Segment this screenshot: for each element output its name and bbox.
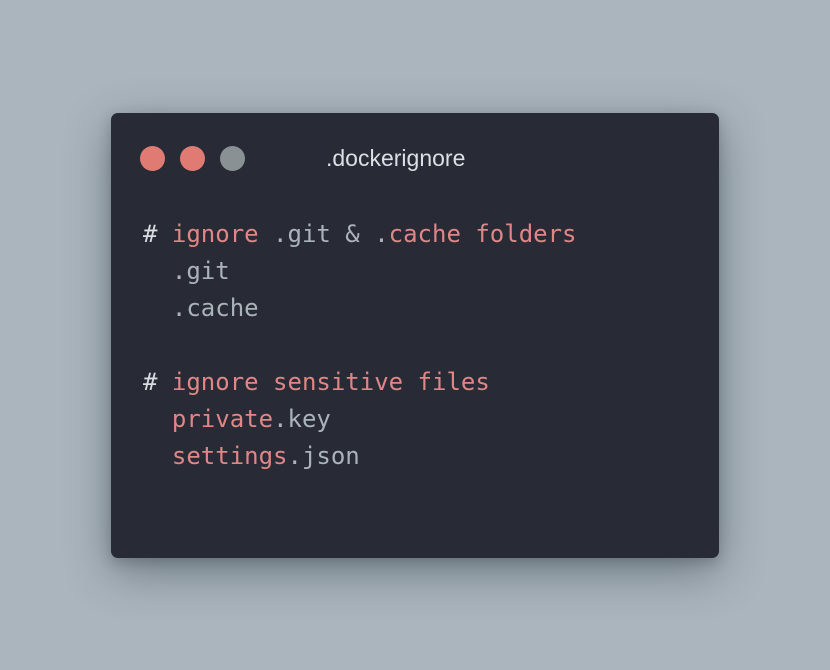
keyword-token: settings bbox=[171, 442, 288, 470]
code-window: .dockerignore # ignore .git & .cache fol… bbox=[111, 113, 719, 558]
window-titlebar: .dockerignore bbox=[111, 113, 719, 201]
code-token: .git & . bbox=[258, 220, 389, 248]
close-button[interactable] bbox=[140, 146, 165, 171]
window-title: .dockerignore bbox=[326, 145, 466, 171]
keyword-token: cache folders bbox=[388, 220, 577, 248]
code-line: settings.json bbox=[143, 438, 577, 475]
keyword-token: private bbox=[171, 405, 274, 433]
code-token: .json bbox=[287, 442, 360, 470]
code-editor: # ignore .git & .cache folders .git .cac… bbox=[143, 216, 577, 475]
code-token: .git bbox=[143, 257, 230, 285]
minimize-button[interactable] bbox=[180, 146, 205, 171]
code-line: private.key bbox=[143, 401, 577, 438]
comment-marker: # bbox=[143, 220, 172, 248]
keyword-token: ignore sensitive files bbox=[171, 368, 490, 396]
code-line: .cache bbox=[143, 290, 577, 327]
maximize-button[interactable] bbox=[220, 146, 245, 171]
code-token: .key bbox=[273, 405, 331, 433]
comment-marker: # bbox=[143, 368, 172, 396]
code-line: # ignore .git & .cache folders bbox=[143, 216, 577, 253]
code-token: .cache bbox=[143, 294, 259, 322]
code-line: # ignore sensitive files bbox=[143, 364, 577, 401]
keyword-token: ignore bbox=[171, 220, 259, 248]
code-line: .git bbox=[143, 253, 577, 290]
